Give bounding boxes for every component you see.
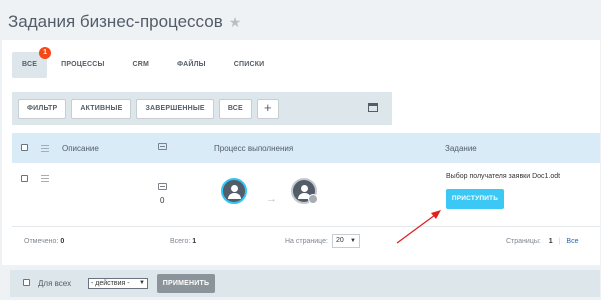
pages-label: Страницы: [506, 238, 541, 245]
header-process[interactable]: Процесс выполнения [214, 144, 293, 153]
tab-processes[interactable]: ПРОЦЕССЫ [47, 52, 118, 78]
annotation-arrow [396, 210, 441, 244]
total-label: Всего: [170, 238, 191, 245]
table-footer: Отмечено: 0 Всего: 1 На странице: 20 ▼ С… [12, 226, 600, 256]
selected-count: Отмечено: 0 [24, 238, 64, 245]
table-row: 0 → Выбор получателя заявки Doc1.odt ПРИ… [12, 163, 600, 223]
main-card: ВСЕ 1 ПРОЦЕССЫ CRM ФАЙЛЫ СПИСКИ ФИЛЬТР А… [2, 40, 600, 265]
tab-files[interactable]: ФАЙЛЫ [163, 52, 220, 78]
action-select[interactable]: - действия - ▼ [88, 278, 148, 289]
tab-lists[interactable]: СПИСКИ [220, 52, 279, 78]
per-page-value: 20 [336, 237, 344, 244]
tab-all-label: ВСЕ [22, 61, 38, 68]
total-value: 1 [192, 238, 197, 245]
columns-menu-icon[interactable] [41, 145, 49, 152]
row-menu-icon[interactable] [41, 175, 49, 182]
per-page-select[interactable]: 20 ▼ [332, 234, 360, 248]
table-header: Описание Процесс выполнения Задание [12, 133, 600, 163]
selected-label: Отмечено: [24, 238, 59, 245]
for-all-label: Для всех [38, 279, 72, 288]
tab-all[interactable]: ВСЕ 1 [12, 47, 52, 78]
user-avatar-pending-icon[interactable] [291, 178, 318, 204]
select-all-checkbox[interactable] [21, 144, 28, 151]
current-page[interactable]: 1 [549, 238, 553, 245]
selected-value: 0 [60, 238, 65, 245]
chevron-down-icon: ▼ [139, 280, 145, 286]
total-count: Всего: 1 [170, 238, 196, 245]
task-name[interactable]: Выбор получателя заявки Doc1.odt [446, 173, 560, 180]
action-select-value: - действия - [91, 280, 130, 287]
comments-count: 0 [160, 196, 165, 205]
row-checkbox[interactable] [21, 175, 28, 182]
comment-icon[interactable] [158, 183, 167, 190]
tab-crm[interactable]: CRM [119, 52, 164, 78]
header-task[interactable]: Задание [445, 144, 477, 153]
all-pages-link[interactable]: Все [566, 238, 578, 245]
start-task-button[interactable]: ПРИСТУПИТЬ [446, 189, 504, 209]
active-filter-button[interactable]: АКТИВНЫЕ [71, 98, 132, 119]
tabs: ВСЕ 1 ПРОЦЕССЫ CRM ФАЙЛЫ СПИСКИ [12, 47, 279, 78]
settings-icon[interactable] [368, 103, 378, 112]
arrow-right-icon: → [266, 193, 277, 205]
group-actions-bar: Для всех - действия - ▼ ПРИМЕНИТЬ [10, 270, 600, 297]
clock-icon [308, 194, 318, 204]
filter-button[interactable]: ФИЛЬТР [18, 98, 67, 119]
add-filter-button[interactable]: + [256, 98, 279, 119]
for-all-checkbox[interactable] [23, 279, 30, 286]
comments-header-icon [158, 143, 167, 150]
all-filter-button[interactable]: ВСЕ [218, 98, 252, 119]
header-description[interactable]: Описание [62, 144, 99, 153]
filter-bar: ФИЛЬТР АКТИВНЫЕ ЗАВЕРШЕННЫЕ ВСЕ + [12, 92, 392, 125]
chevron-down-icon: ▼ [350, 238, 356, 244]
page-title: Задания бизнес-процессов ★ [8, 12, 241, 32]
page-title-text: Задания бизнес-процессов [8, 12, 223, 31]
apply-button[interactable]: ПРИМЕНИТЬ [157, 274, 215, 293]
completed-filter-button[interactable]: ЗАВЕРШЕННЫЕ [136, 98, 214, 119]
user-avatar-icon[interactable] [221, 178, 247, 204]
per-page-label: На странице: [285, 238, 328, 245]
pagination: Страницы: 1 | Все [506, 238, 579, 245]
star-icon[interactable]: ★ [229, 14, 242, 31]
